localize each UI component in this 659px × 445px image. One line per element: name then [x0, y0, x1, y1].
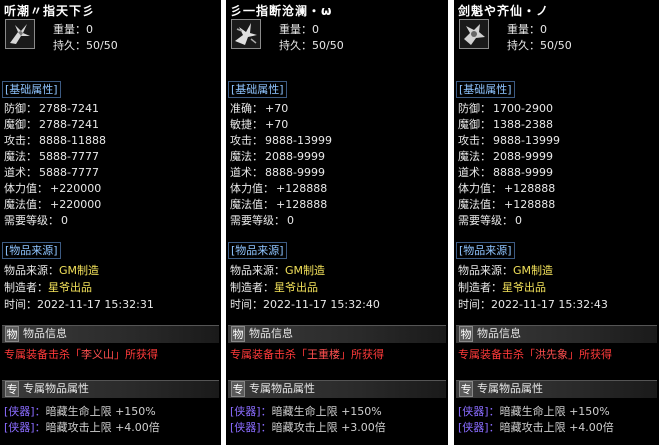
item-info-title: 物品信息 — [249, 327, 293, 340]
item-source-header: [物品来源] — [456, 242, 515, 259]
time-row: 时间：2022-11-17 15:32:40 — [230, 298, 380, 311]
durability-row: 持久：50/50 — [279, 39, 344, 52]
attr-row: 防御： 1700-2900 — [458, 102, 553, 115]
attr-row: 攻击： 9888-13999 — [230, 134, 332, 147]
item-info-tag: 物 — [5, 326, 19, 342]
source-row: 物品来源：GM制造 — [4, 264, 100, 277]
attr-row: 需要等级： 0 — [458, 214, 522, 227]
exclusive-tag: 专 — [231, 381, 245, 397]
maker-row: 制造者：星爷出品 — [230, 281, 318, 294]
maker-row: 制造者：星爷出品 — [458, 281, 546, 294]
item-tooltip-panel-1: 听潮〃指天下彡 重量：0 持久：50/50 [基础属性] 防御： 2788-724… — [0, 0, 221, 445]
time-row: 时间：2022-11-17 15:32:43 — [458, 298, 608, 311]
exclusive-owner-line: 专属装备击杀「洪先象」所获得 — [458, 348, 612, 361]
attr-row: 防御： 2788-7241 — [4, 102, 99, 115]
durability-row: 持久：50/50 — [53, 39, 118, 52]
attr-row: 需要等级： 0 — [230, 214, 294, 227]
item-info-bar: 物 物品信息 — [2, 325, 219, 343]
attr-row: 敏捷： +70 — [230, 118, 289, 131]
weight-row: 重量：0 — [53, 23, 93, 36]
item-info-title: 物品信息 — [477, 327, 521, 340]
attr-row: 魔法： 2088-9999 — [230, 150, 325, 163]
item-image-icon — [235, 23, 257, 45]
item-image-icon — [10, 24, 30, 44]
item-info-title: 物品信息 — [23, 327, 67, 340]
maker-row: 制造者：星爷出品 — [4, 281, 92, 294]
attr-row: 道术： 5888-7777 — [4, 166, 99, 179]
attr-row: 魔法： 2088-9999 — [458, 150, 553, 163]
attr-row: 魔法： 5888-7777 — [4, 150, 99, 163]
item-source-header: [物品来源] — [2, 242, 61, 259]
attr-row: 攻击： 9888-13999 — [458, 134, 560, 147]
attr-row: 魔法值： +220000 — [4, 198, 102, 211]
item-icon[interactable] — [459, 19, 489, 49]
exclusive-tag: 专 — [459, 381, 473, 397]
item-image-icon — [464, 24, 485, 45]
attr-row: 体力值： +128888 — [230, 182, 328, 195]
exclusive-title: 专属物品属性 — [477, 382, 543, 395]
exclusive-attr-row: [侠器]：暗藏攻击上限 +4.00倍 — [458, 421, 614, 434]
item-icon[interactable] — [231, 19, 261, 49]
item-info-bar: 物 物品信息 — [228, 325, 446, 343]
item-info-tag: 物 — [459, 326, 473, 342]
item-title: 听潮〃指天下彡 — [4, 4, 96, 18]
exclusive-attr-row: [侠器]：暗藏生命上限 +150% — [458, 405, 610, 418]
exclusive-owner-line: 专属装备击杀「王重楼」所获得 — [230, 348, 384, 361]
attr-row: 准确： +70 — [230, 102, 289, 115]
weight-row: 重量：0 — [279, 23, 319, 36]
source-row: 物品来源：GM制造 — [458, 264, 554, 277]
exclusive-tag: 专 — [5, 381, 19, 397]
basic-attributes-header: [基础属性] — [456, 81, 515, 98]
attr-row: 道术： 8888-9999 — [230, 166, 325, 179]
item-info-bar: 物 物品信息 — [456, 325, 657, 343]
basic-attributes-header: [基础属性] — [228, 81, 287, 98]
durability-row: 持久：50/50 — [507, 39, 572, 52]
attr-row: 攻击： 8888-11888 — [4, 134, 106, 147]
exclusive-attr-row: [侠器]：暗藏攻击上限 +3.00倍 — [230, 421, 386, 434]
item-title: 彡一指断沧澜・ω — [230, 4, 333, 18]
attr-row: 魔法值： +128888 — [458, 198, 556, 211]
attr-row: 魔御： 1388-2388 — [458, 118, 553, 131]
attr-row: 道术： 8888-9999 — [458, 166, 553, 179]
item-info-tag: 物 — [231, 326, 245, 342]
attr-row: 体力值： +128888 — [458, 182, 556, 195]
attr-row: 需要等级： 0 — [4, 214, 68, 227]
time-row: 时间：2022-11-17 15:32:31 — [4, 298, 154, 311]
exclusive-title: 专属物品属性 — [23, 382, 89, 395]
source-row: 物品来源：GM制造 — [230, 264, 326, 277]
exclusive-owner-line: 专属装备击杀「李义山」所获得 — [4, 348, 158, 361]
exclusive-attr-row: [侠器]：暗藏攻击上限 +4.00倍 — [4, 421, 160, 434]
exclusive-attributes-bar: 专 专属物品属性 — [456, 380, 657, 398]
item-source-header: [物品来源] — [228, 242, 287, 259]
basic-attributes-header: [基础属性] — [2, 81, 61, 98]
exclusive-attr-row: [侠器]：暗藏生命上限 +150% — [4, 405, 156, 418]
item-title: 剑魁や齐仙・ノ — [458, 4, 550, 18]
attr-row: 魔法值： +128888 — [230, 198, 328, 211]
item-tooltip-panel-3: 剑魁や齐仙・ノ 重量：0 持久：50/50 [基础属性] 防御： 1700-290… — [454, 0, 659, 445]
item-tooltip-panel-2: 彡一指断沧澜・ω 重量：0 持久：50/50 [基础属性] 准确： +70 敏捷：… — [226, 0, 448, 445]
attr-row: 体力值： +220000 — [4, 182, 102, 195]
exclusive-title: 专属物品属性 — [249, 382, 315, 395]
exclusive-attributes-bar: 专 专属物品属性 — [2, 380, 219, 398]
exclusive-attr-row: [侠器]：暗藏生命上限 +150% — [230, 405, 382, 418]
attr-row: 魔御： 2788-7241 — [4, 118, 99, 131]
item-icon[interactable] — [5, 19, 35, 49]
exclusive-attributes-bar: 专 专属物品属性 — [228, 380, 446, 398]
weight-row: 重量：0 — [507, 23, 547, 36]
